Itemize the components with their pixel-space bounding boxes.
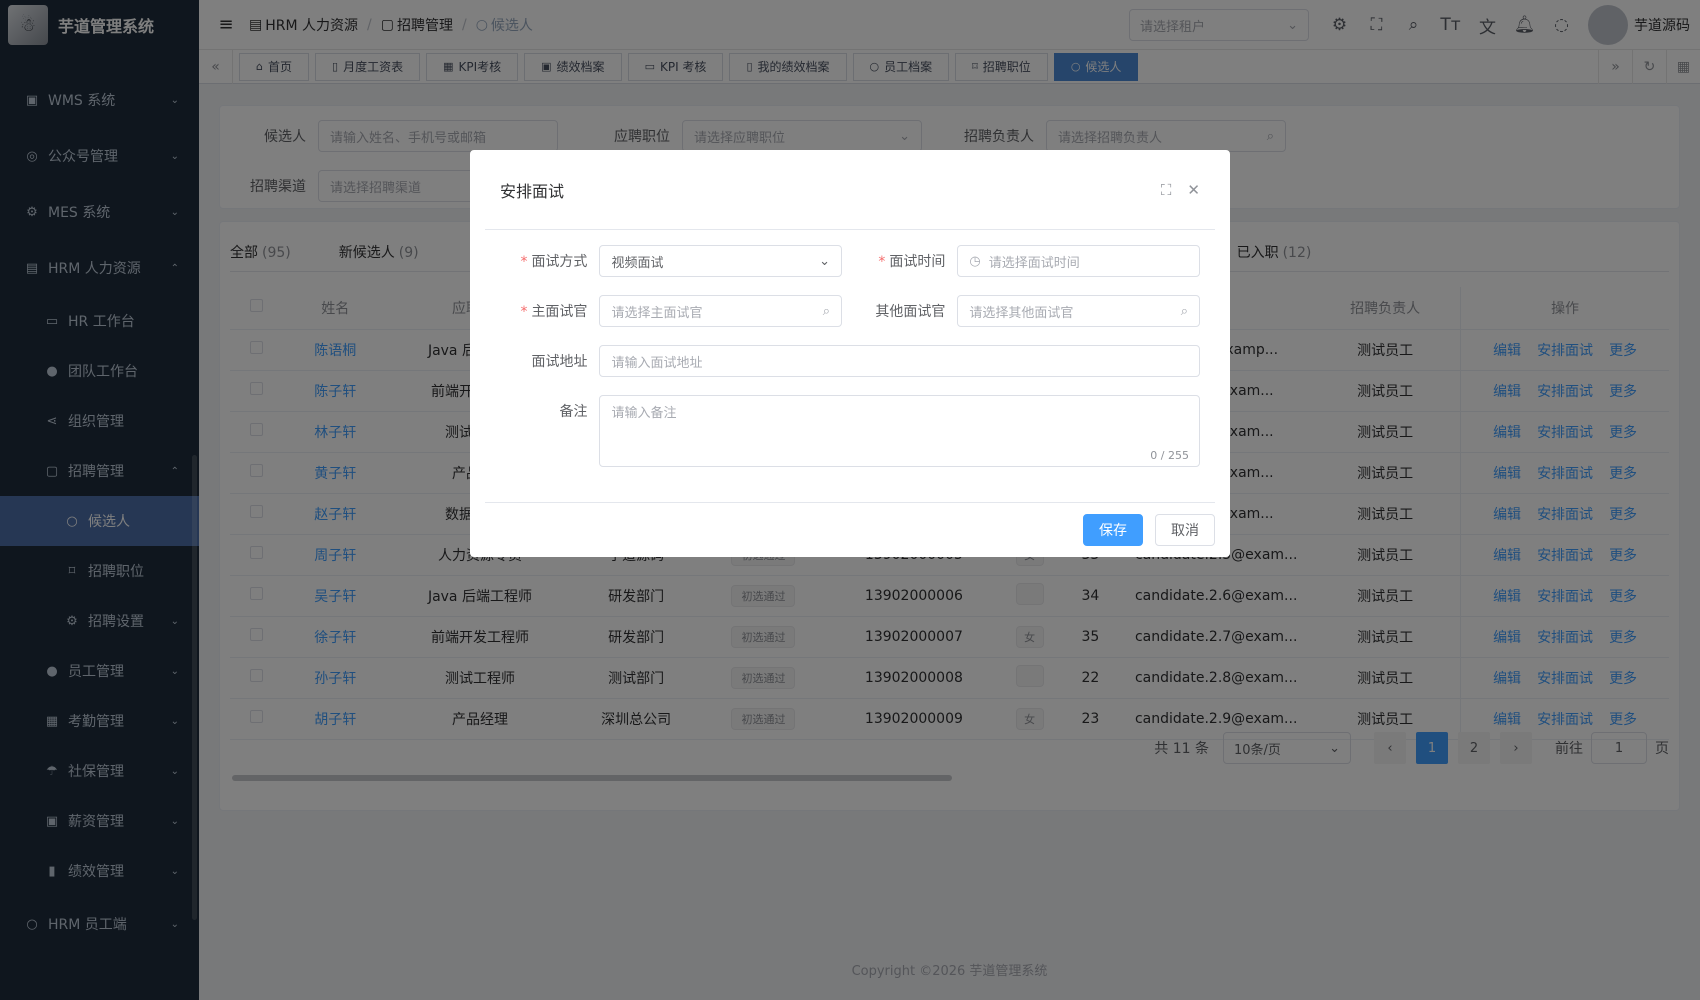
main-interviewer-select[interactable]: 请选择主面试官 ⌕ [599, 295, 843, 327]
save-button[interactable]: 保存 [1083, 514, 1143, 546]
clock-icon: ◷ [969, 253, 981, 269]
address-label: 面试地址 [531, 354, 588, 370]
interview-method-select[interactable]: 视频面试 ⌄ [599, 245, 843, 277]
dialog-title: 安排面试 [500, 181, 565, 201]
dialog-body: * 面试方式 视频面试 ⌄ * 面试时间 ◷ 请选择面试时间 * 主面试官 请选择主面试官… [470, 230, 1230, 502]
main-interviewer-label: 主面试官 [531, 304, 588, 320]
time-label: 面试时间 [889, 254, 946, 270]
method-label: 面试方式 [531, 254, 588, 270]
interview-address-input[interactable]: 请输入面试地址 [599, 345, 1200, 377]
remark-textarea[interactable]: 请输入备注 0 / 255 [599, 395, 1200, 467]
search-icon: ⌕ [1180, 303, 1188, 319]
other-interviewer-select[interactable]: 请选择其他面试官 ⌕ [957, 295, 1200, 327]
remark-label: 备注 [559, 404, 588, 420]
remark-counter: 0 / 255 [1150, 449, 1189, 462]
interview-time-picker[interactable]: ◷ 请选择面试时间 [957, 245, 1200, 277]
dialog-footer: 保存 取消 [485, 502, 1215, 557]
chevron-down-icon: ⌄ [819, 253, 831, 269]
cancel-button[interactable]: 取消 [1155, 514, 1215, 546]
schedule-interview-dialog: 安排面试 ⛶ ✕ * 面试方式 视频面试 ⌄ * 面试时间 ◷ 请选择面试时间 * 主面试… [470, 150, 1230, 557]
maximize-icon[interactable]: ⛶ [1161, 181, 1172, 199]
close-icon[interactable]: ✕ [1187, 181, 1200, 199]
other-interviewer-label: 其他面试官 [875, 304, 946, 320]
search-icon: ⌕ [822, 303, 831, 319]
dialog-header: 安排面试 ⛶ ✕ [485, 150, 1215, 230]
